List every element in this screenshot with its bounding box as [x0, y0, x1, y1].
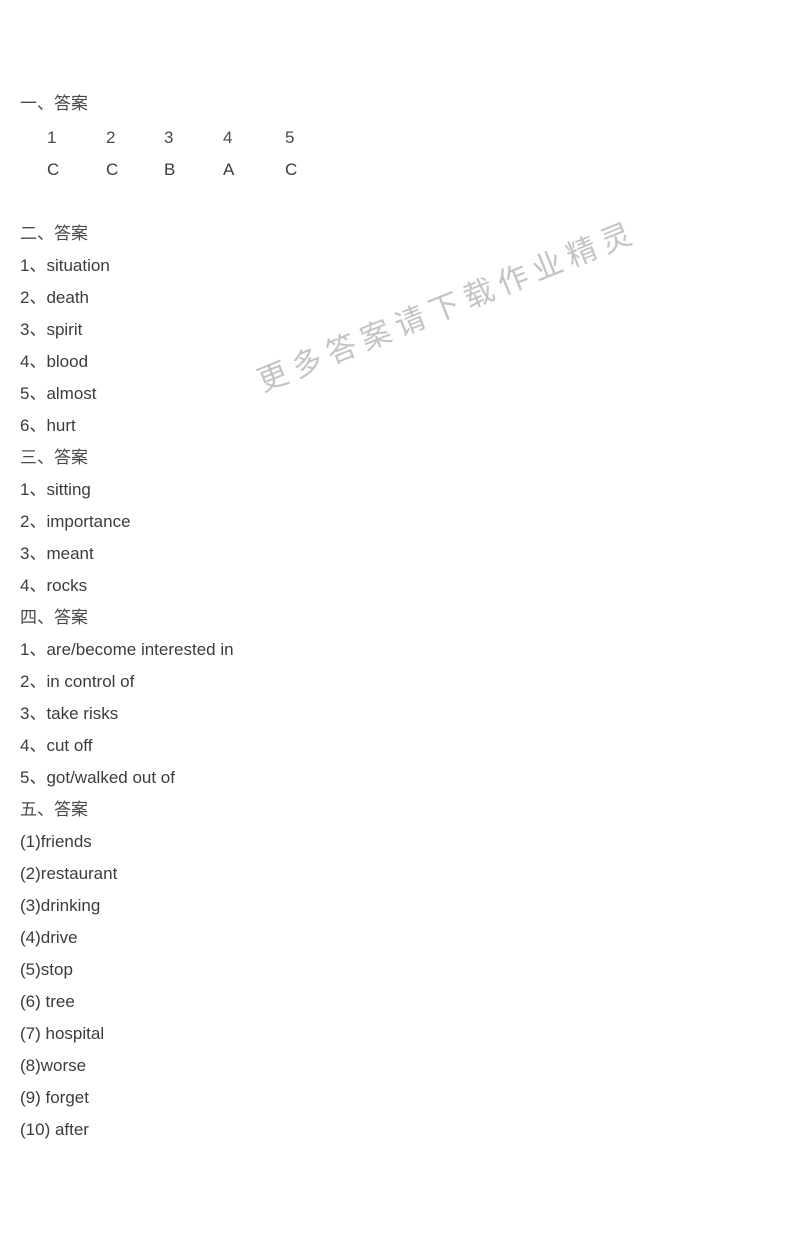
answer-section-3: 三、答案 1、sitting 2、importance 3、meant 4、ro… — [20, 442, 780, 602]
section-heading-4: 四、答案 — [20, 608, 88, 627]
choice-number-4: 4 — [223, 128, 233, 147]
answer-item: (8)worse — [20, 1056, 87, 1075]
answer-item: (9) forget — [20, 1088, 89, 1107]
choice-number-2: 2 — [106, 128, 116, 147]
choice-answer-3: B — [164, 160, 176, 179]
answer-key-content: 一、答案 1 2 3 4 5 C C B A C 二、答案 1、situatio… — [20, 88, 780, 1146]
choice-grid-answer-row: C C B A C — [20, 154, 780, 186]
choice-number-3: 3 — [164, 128, 174, 147]
answer-item: 2、importance — [20, 512, 131, 531]
answer-item: 5、almost — [20, 384, 97, 403]
answer-item: (1)friends — [20, 832, 92, 851]
choice-number-1: 1 — [47, 128, 57, 147]
answer-section-5: 五、答案 (1)friends (2)restaurant (3)drinkin… — [20, 794, 780, 1146]
answer-item: 2、death — [20, 288, 89, 307]
answer-item: 5、got/walked out of — [20, 768, 175, 787]
answer-item: 2、in control of — [20, 672, 135, 691]
section-heading-1: 一、答案 — [20, 94, 88, 113]
answer-key-page: 更多答案请下载作业精灵 一、答案 1 2 3 4 5 C C B A C 二、答… — [0, 0, 800, 1249]
choice-number-5: 5 — [285, 128, 295, 147]
answer-item: (10) after — [20, 1120, 89, 1139]
answer-item: (7) hospital — [20, 1024, 105, 1043]
answer-section-1: 一、答案 1 2 3 4 5 C C B A C — [20, 88, 780, 186]
answer-item: 4、cut off — [20, 736, 93, 755]
answer-item: 1、situation — [20, 256, 110, 275]
answer-item: 4、rocks — [20, 576, 88, 595]
section-heading-3: 三、答案 — [20, 448, 88, 467]
answer-item: 1、sitting — [20, 480, 91, 499]
choice-grid: 1 2 3 4 5 C C B A C — [20, 122, 780, 186]
choice-answer-2: C — [106, 160, 119, 179]
answer-item: (3)drinking — [20, 896, 101, 915]
section-heading-5: 五、答案 — [20, 800, 88, 819]
choice-grid-number-row: 1 2 3 4 5 — [20, 122, 780, 154]
choice-answer-1: C — [47, 160, 60, 179]
answer-item: 1、are/become interested in — [20, 640, 234, 659]
answer-section-2: 二、答案 1、situation 2、death 3、spirit 4、bloo… — [20, 218, 780, 442]
answer-item: (5)stop — [20, 960, 73, 979]
answer-item: 3、meant — [20, 544, 94, 563]
answer-item: (4)drive — [20, 928, 78, 947]
answer-item: 4、blood — [20, 352, 89, 371]
answer-item: 6、hurt — [20, 416, 76, 435]
answer-item: (2)restaurant — [20, 864, 118, 883]
answer-section-4: 四、答案 1、are/become interested in 2、in con… — [20, 602, 780, 794]
answer-item: 3、spirit — [20, 320, 83, 339]
answer-item: (6) tree — [20, 992, 75, 1011]
choice-answer-5: C — [285, 160, 298, 179]
section-heading-2: 二、答案 — [20, 224, 88, 243]
answer-item: 3、take risks — [20, 704, 119, 723]
choice-answer-4: A — [223, 160, 235, 179]
